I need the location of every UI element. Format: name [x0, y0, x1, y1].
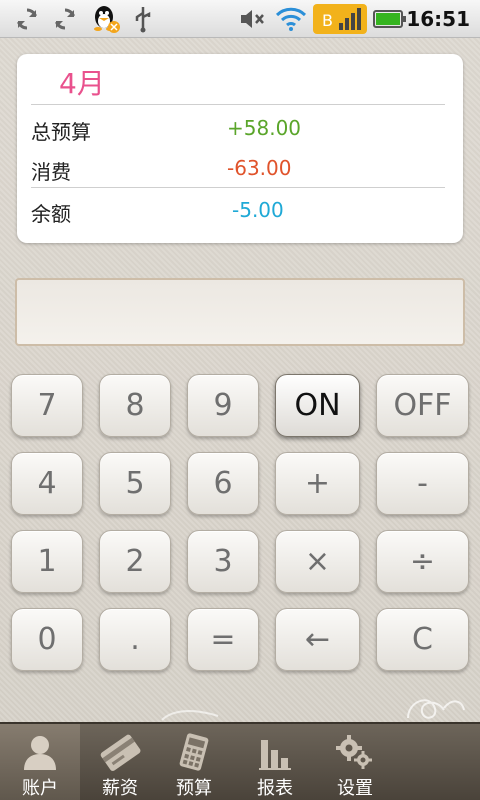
tab-label: 设置 [337, 778, 373, 799]
key-plus[interactable]: + [275, 452, 360, 515]
key-divide[interactable]: ÷ [376, 530, 469, 593]
tab-label: 报表 [257, 778, 293, 799]
key-7[interactable]: 7 [11, 374, 83, 437]
mute-icon [236, 0, 268, 38]
key-3[interactable]: 3 [187, 530, 259, 593]
budget-summary-card: 4月 总预算 +58.00 消费 -63.00 余额 -5.00 [17, 54, 463, 243]
key-minus[interactable]: - [376, 452, 469, 515]
tab-settings[interactable]: 设置 [315, 724, 395, 800]
total-budget-label: 总预算 [31, 120, 91, 144]
tab-label: 账户 [22, 778, 58, 799]
key-0[interactable]: 0 [11, 608, 83, 671]
key-5[interactable]: 5 [99, 452, 171, 515]
calculator-icon [154, 730, 234, 774]
key-equals[interactable]: = [187, 608, 259, 671]
divider [31, 187, 445, 188]
key-backspace[interactable]: ← [275, 608, 360, 671]
tab-label: 预算 [176, 778, 212, 799]
battery-icon [372, 0, 408, 38]
key-4[interactable]: 4 [11, 452, 83, 515]
bluetooth-signal-icon: B [313, 0, 367, 38]
balance-value: -5.00 [232, 198, 284, 222]
key-9[interactable]: 9 [187, 374, 259, 437]
svg-text:B: B [322, 11, 333, 30]
qq-penguin-icon [88, 0, 122, 38]
swirl-decoration-icon [407, 699, 465, 719]
gears-icon [315, 730, 395, 774]
key-8[interactable]: 8 [99, 374, 171, 437]
month-label: 4月 [59, 67, 105, 100]
sync-icon [50, 0, 80, 38]
key-1[interactable]: 1 [11, 530, 83, 593]
expense-label: 消费 [31, 160, 71, 184]
card-icon [80, 730, 160, 774]
divider [31, 104, 445, 105]
sync-icon [12, 0, 42, 38]
expense-value: -63.00 [227, 156, 292, 180]
tab-budget[interactable]: 预算 [154, 724, 234, 800]
key-off[interactable]: OFF [376, 374, 469, 437]
swirl-decoration-icon [161, 710, 219, 721]
key-clear[interactable]: C [376, 608, 469, 671]
balance-label: 余额 [31, 202, 71, 226]
total-budget-value: +58.00 [227, 116, 302, 140]
tab-account[interactable]: 账户 [0, 724, 80, 800]
status-bar: B 16:51 [0, 0, 480, 38]
person-icon [0, 730, 80, 774]
bar-chart-icon [235, 730, 315, 774]
wifi-icon [274, 0, 308, 38]
key-on[interactable]: ON [275, 374, 360, 437]
key-decimal[interactable]: . [99, 608, 171, 671]
key-2[interactable]: 2 [99, 530, 171, 593]
clock: 16:51 [406, 7, 470, 31]
usb-icon [130, 0, 156, 38]
main-area: 4月 总预算 +58.00 消费 -63.00 余额 -5.00 7 8 9 O… [0, 38, 480, 722]
key-multiply[interactable]: × [275, 530, 360, 593]
key-6[interactable]: 6 [187, 452, 259, 515]
bottom-tab-bar: 账户 薪资 预算 报表 设置 [0, 722, 480, 800]
tab-salary[interactable]: 薪资 [80, 724, 160, 800]
tab-reports[interactable]: 报表 [235, 724, 315, 800]
calculator-display [15, 278, 465, 346]
tab-label: 薪资 [102, 778, 138, 799]
